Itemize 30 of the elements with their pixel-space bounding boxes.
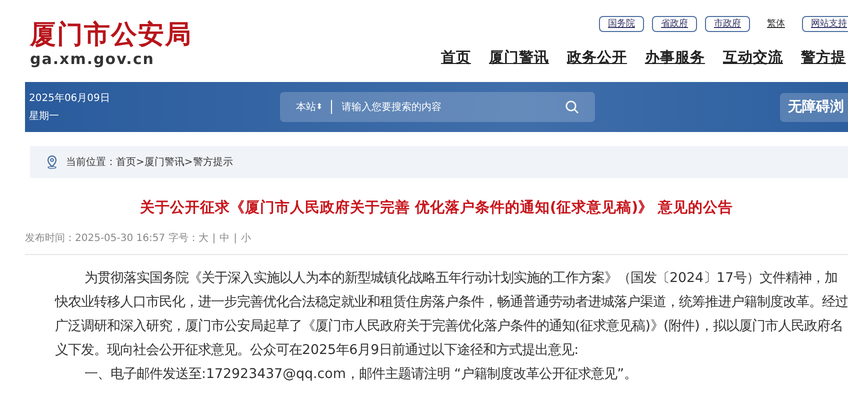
top-link[interactable]: 省政府 xyxy=(652,16,697,32)
accessibility-button[interactable]: 无障碍浏 xyxy=(780,92,848,122)
caret-icon: ⬍ xyxy=(316,101,323,113)
separator-text: | xyxy=(212,233,216,244)
nav-item[interactable]: 政务公开 xyxy=(567,48,627,70)
date-text: 2025年06月09日 xyxy=(29,92,111,106)
separator-text: | xyxy=(234,233,238,244)
article-title: 关于公开征求《厦门市人民政府关于完善 优化落户条件的通知(征求意见稿)》 意见的公告 xyxy=(138,200,734,218)
nav-item[interactable]: 厦门警讯 xyxy=(489,48,549,70)
weekday-text: 星期一 xyxy=(29,110,60,124)
nav-item[interactable]: 办事服务 xyxy=(645,48,705,70)
breadcrumb-text: 当前位置：首页>厦门警讯>警方提示 xyxy=(66,156,233,170)
scope-select[interactable]: 本站 xyxy=(296,100,316,114)
search-field[interactable]: 本站⬍ 请输入您要搜索的内容 xyxy=(280,92,595,122)
domain-text: ga.xm.gov.cn xyxy=(30,50,156,68)
top-link[interactable]: 市政府 xyxy=(705,16,750,32)
publish-info: 发布时间：2025-05-30 16:57 字号： xyxy=(25,233,198,244)
font-size-link[interactable]: 大 xyxy=(198,233,208,244)
top-link[interactable]: 网站支持 xyxy=(802,16,848,32)
nav-item[interactable]: 互动交流 xyxy=(723,48,783,70)
top-link[interactable]: 国务院 xyxy=(599,16,644,32)
location-pin-icon xyxy=(46,155,58,169)
nav-item[interactable]: 警方提 xyxy=(801,48,846,70)
nav-item[interactable]: 首页 xyxy=(441,48,471,70)
search-icon[interactable] xyxy=(565,100,579,114)
site-logo[interactable]: 厦门市公安局 xyxy=(30,20,192,50)
article-paragraph: 一、电子邮件发送至:172923437@qq.com，邮件主题请注明 “户籍制度改革公开征求意见”。 xyxy=(83,366,638,384)
article-paragraph: 为贯彻落实国务院《关于深入实施以人为本的新型城镇化战略五年行动计划实施的工作方案》（国发〔2024〕17号）文件精神，加快农业转移人口市民化，进一步完善优化合法稳定就业和租赁住房落户条件，畅通普通劳动者进城落户渠道，统筹推进户籍制度改革。经过广泛调研和深入研究，厦门市公安局起草了《厦门市人民政府关于完善优化落户条件的通知(征求意见稿)》(附件)，拟以厦门市人民政府名义下发。现向社会公开征求意见。公众可在2025年6月9日前通过以下途径和方式提出意见: xyxy=(54,270,848,360)
font-size-link[interactable]: 小 xyxy=(241,233,252,244)
font-size-link[interactable]: 中 xyxy=(220,233,230,244)
